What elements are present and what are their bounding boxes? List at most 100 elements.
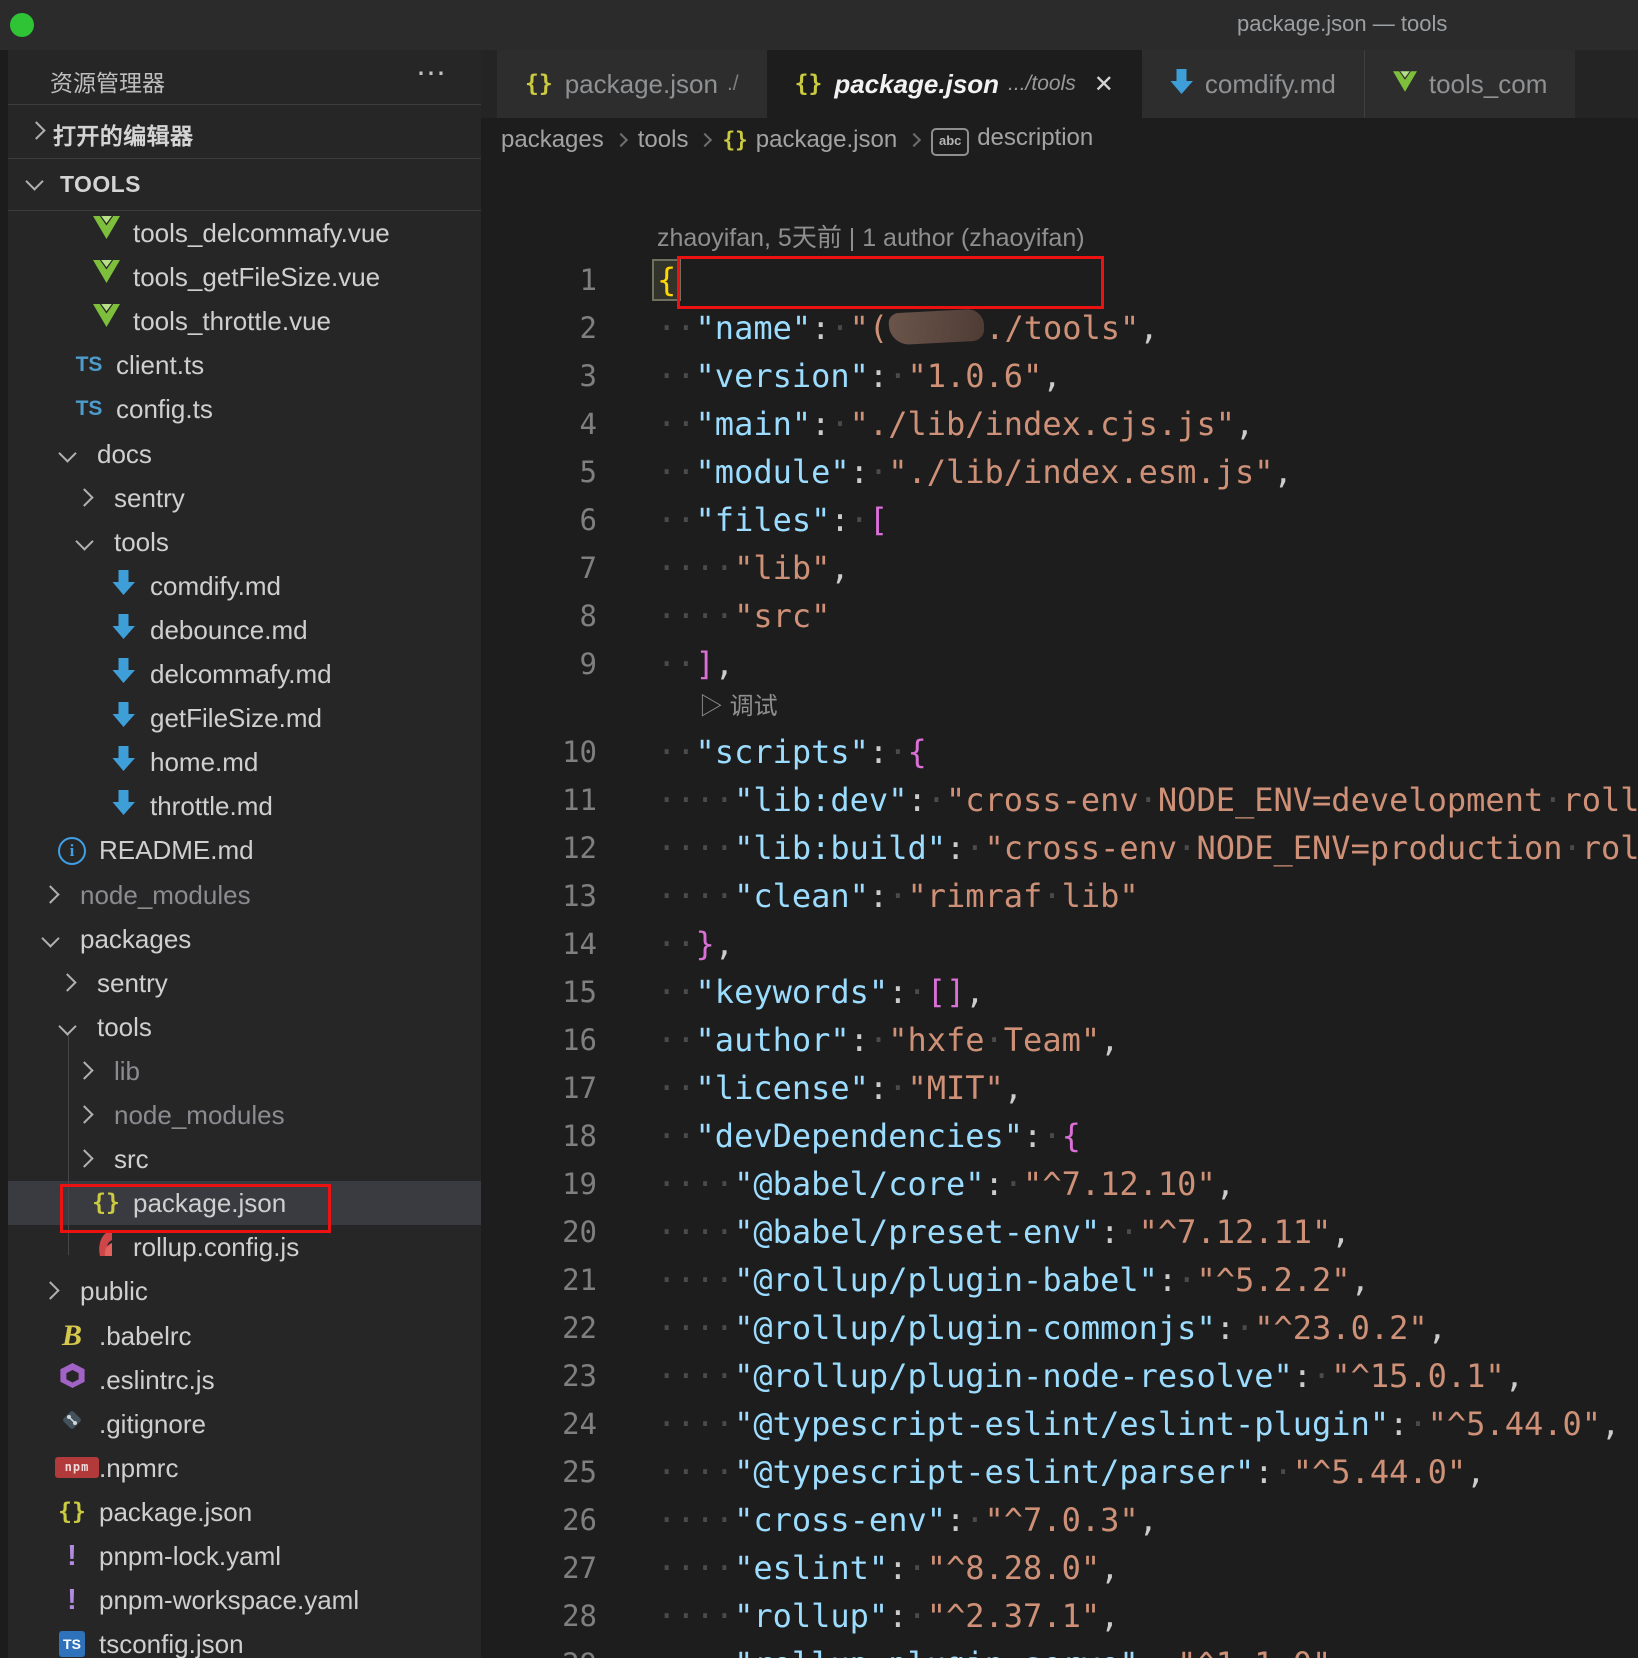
md-icon	[1170, 68, 1193, 100]
tree-item-home.md[interactable]: home.md	[0, 740, 481, 784]
code-line-23[interactable]: 23····"@rollup/plugin-node-resolve":·"^1…	[481, 1352, 1638, 1400]
code-line-9[interactable]: 9··],	[481, 640, 1638, 688]
line-number: 1	[481, 256, 597, 304]
tab-tools_com[interactable]: tools_com	[1364, 50, 1576, 118]
code-line-22[interactable]: 22····"@rollup/plugin-commonjs":·"^23.0.…	[481, 1304, 1638, 1352]
tree-item-comdify.md[interactable]: comdify.md	[0, 564, 481, 608]
tree-item-pnpm-lock.yaml[interactable]: !pnpm-lock.yaml	[0, 1534, 481, 1578]
tree-item-debounce.md[interactable]: debounce.md	[0, 608, 481, 652]
tree-item-label: README.md	[99, 835, 254, 866]
git-blame-lens[interactable]: zhaoyifan, 5天前 | 1 author (zhaoyifan)	[657, 218, 1085, 254]
tree-item-public[interactable]: public	[0, 1269, 481, 1313]
breadcrumb-item-description[interactable]: abcdescription	[931, 124, 1093, 156]
tree-item-src[interactable]: src	[0, 1137, 481, 1181]
code-line-content: ····"lib",	[657, 544, 850, 592]
info-icon: i	[55, 833, 89, 867]
braces-icon: {}	[795, 67, 823, 101]
chevron-right-icon	[58, 973, 76, 991]
breadcrumb-item-package.json[interactable]: {}package.json	[722, 126, 897, 154]
code-line-6[interactable]: 6··"files":·[	[481, 496, 1638, 544]
tree-item-node_modules[interactable]: node_modules	[0, 873, 481, 917]
tree-item-config.ts[interactable]: TSconfig.ts	[0, 387, 481, 431]
tree-item-docs[interactable]: docs	[0, 432, 481, 476]
tree-item-tsconfig.json[interactable]: TStsconfig.json	[0, 1622, 481, 1658]
code-line-8[interactable]: 8····"src"	[481, 592, 1638, 640]
code-line-26[interactable]: 26····"cross-env":·"^7.0.3",	[481, 1496, 1638, 1544]
tree-item-delcommafy.md[interactable]: delcommafy.md	[0, 652, 481, 696]
tab-package.json./[interactable]: {}package.json./	[497, 50, 767, 118]
more-actions-icon[interactable]: ⋯	[416, 56, 448, 91]
tree-item-.babelrc[interactable]: B.babelrc	[0, 1314, 481, 1358]
code-line-7[interactable]: 7····"lib",	[481, 544, 1638, 592]
ts-icon: TS	[76, 397, 103, 420]
babel-icon: B	[55, 1319, 89, 1353]
code-editor[interactable]: zhaoyifan, 5天前 | 1 author (zhaoyifan) 1{…	[481, 162, 1638, 1658]
tab-comdify.md[interactable]: comdify.md	[1142, 50, 1364, 118]
code-line-29[interactable]: 29····"rollup-plugin-serve":·"^1.1.0",	[481, 1640, 1638, 1658]
code-line-5[interactable]: 5··"module":·"./lib/index.esm.js",	[481, 448, 1638, 496]
tree-item-package.json[interactable]: {}package.json	[0, 1490, 481, 1534]
line-number: 12	[481, 824, 597, 872]
md-icon	[112, 803, 135, 820]
braces-icon: {}	[795, 67, 823, 101]
tree-item-lib[interactable]: lib	[0, 1049, 481, 1093]
code-line-20[interactable]: 20····"@babel/preset-env":·"^7.12.11",	[481, 1208, 1638, 1256]
tree-item-getFileSize.md[interactable]: getFileSize.md	[0, 696, 481, 740]
code-line-17[interactable]: 17··"license":·"MIT",	[481, 1064, 1638, 1112]
code-line-4[interactable]: 4··"main":·"./lib/index.cjs.js",	[481, 400, 1638, 448]
code-line-24[interactable]: 24····"@typescript-eslint/eslint-plugin"…	[481, 1400, 1638, 1448]
code-line-15[interactable]: 15··"keywords":·[],	[481, 968, 1638, 1016]
code-line-content: ····"lib:dev":·"cross-env·NODE_ENV=devel…	[657, 776, 1638, 824]
tree-item-label: client.ts	[116, 350, 204, 381]
code-line-28[interactable]: 28····"rollup":·"^2.37.1",	[481, 1592, 1638, 1640]
code-line-18[interactable]: 18··"devDependencies":·{	[481, 1112, 1638, 1160]
line-number: 20	[481, 1208, 597, 1256]
tree-item-tools_delcommafy.vue[interactable]: tools_delcommafy.vue	[0, 211, 481, 255]
tree-item-sentry[interactable]: sentry	[0, 476, 481, 520]
code-line-10[interactable]: 10··"scripts":·{	[481, 728, 1638, 776]
tree-item-tools_throttle.vue[interactable]: tools_throttle.vue	[0, 299, 481, 343]
code-line-19[interactable]: 19····"@babel/core":·"^7.12.10",	[481, 1160, 1638, 1208]
code-line-3[interactable]: 3··"version":·"1.0.6",	[481, 352, 1638, 400]
tree-item-packages[interactable]: packages	[0, 917, 481, 961]
code-line-21[interactable]: 21····"@rollup/plugin-babel":·"^5.2.2",	[481, 1256, 1638, 1304]
chevron-right-icon	[75, 1061, 93, 1079]
tree-item-pnpm-workspace.yaml[interactable]: !pnpm-workspace.yaml	[0, 1578, 481, 1622]
tree-item-throttle.md[interactable]: throttle.md	[0, 784, 481, 828]
close-icon[interactable]: ✕	[1094, 70, 1114, 99]
tree-item-label: throttle.md	[150, 791, 273, 822]
tssq-icon: TS	[55, 1627, 89, 1658]
breadcrumb-item-packages[interactable]: packages	[501, 126, 604, 154]
section-tools[interactable]: TOOLS	[0, 159, 481, 211]
chevron-right-icon	[614, 133, 628, 147]
tree-item-client.ts[interactable]: TSclient.ts	[0, 343, 481, 387]
code-line-27[interactable]: 27····"eslint":·"^8.28.0",	[481, 1544, 1638, 1592]
line-number: 5	[481, 448, 597, 496]
code-line-16[interactable]: 16··"author":·"hxfe·Team",	[481, 1016, 1638, 1064]
line-number: 28	[481, 1592, 597, 1640]
tree-item-.gitignore[interactable]: .gitignore	[0, 1402, 481, 1446]
code-line-14[interactable]: 14··},	[481, 920, 1638, 968]
code-line-2[interactable]: 2··"name":·"(./tools",	[481, 304, 1638, 352]
code-line-content: ····"@rollup/plugin-node-resolve":·"^15.…	[657, 1352, 1524, 1400]
section-open-editors[interactable]: 打开的编辑器	[0, 105, 481, 157]
code-line-11[interactable]: 11····"lib:dev":·"cross-env·NODE_ENV=dev…	[481, 776, 1638, 824]
tree-item-tools_getFileSize.vue[interactable]: tools_getFileSize.vue	[0, 255, 481, 299]
breadcrumb-item-tools[interactable]: tools	[638, 126, 689, 154]
codelens-debug[interactable]: ▷ 调试	[699, 686, 778, 721]
tree-item-tools[interactable]: tools	[0, 1005, 481, 1049]
code-line-13[interactable]: 13····"clean":·"rimraf·lib"	[481, 872, 1638, 920]
window-title: package.json — tools	[1237, 11, 1447, 37]
traffic-light-green[interactable]	[10, 13, 34, 37]
tab-package.json.../tools[interactable]: {}package.json.../tools✕	[767, 50, 1142, 118]
code-line-25[interactable]: 25····"@typescript-eslint/parser":·"^5.4…	[481, 1448, 1638, 1496]
code-line-12[interactable]: 12····"lib:build":·"cross-env·NODE_ENV=p…	[481, 824, 1638, 872]
tree-item-README.md[interactable]: i README.md	[0, 828, 481, 872]
tree-item-label: comdify.md	[150, 571, 281, 602]
tree-item-.eslintrc.js[interactable]: .eslintrc.js	[0, 1358, 481, 1402]
tree-item-label: .gitignore	[99, 1409, 206, 1440]
tree-item-sentry[interactable]: sentry	[0, 961, 481, 1005]
tree-item-node_modules[interactable]: node_modules	[0, 1093, 481, 1137]
tree-item-tools[interactable]: tools	[0, 520, 481, 564]
tree-item-.npmrc[interactable]: npm.npmrc	[0, 1446, 481, 1490]
